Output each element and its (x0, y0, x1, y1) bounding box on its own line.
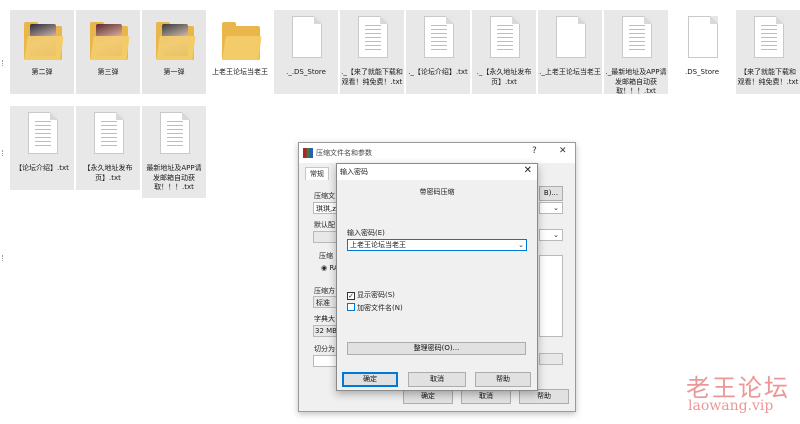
file-item[interactable]: ._.DS_Store (274, 10, 338, 94)
browse-button[interactable]: B)... (539, 186, 563, 201)
encrypt-filenames-checkbox[interactable]: 加密文件名(N) (347, 303, 403, 313)
password-ok-button[interactable]: 确定 (342, 372, 398, 387)
password-dialog-title: 输入密码 (340, 168, 368, 176)
method-label: 压缩方 (314, 287, 335, 295)
file-item[interactable]: ._上老王论坛当老王 (538, 10, 602, 94)
tab-general[interactable]: 常规 (305, 167, 329, 180)
document-icon (556, 16, 586, 58)
folder-item[interactable]: 第二弹 (10, 10, 74, 94)
document-icon (688, 16, 718, 58)
password-input[interactable]: 上老王论坛当老王 ⌄ (347, 239, 527, 251)
folder-icon (222, 22, 262, 60)
file-item[interactable]: ._【来了就能下载和观看！纯免费！.txt (340, 10, 404, 94)
text-file-icon (28, 112, 58, 154)
dialog-titlebar: 压缩文件名和参数 ? ✕ (299, 143, 575, 163)
password-help-button[interactable]: 帮助 (475, 372, 531, 387)
item-label: ._【论坛介绍】.txt (408, 68, 468, 76)
close-icon[interactable]: ✕ (524, 165, 532, 176)
help-icon[interactable]: ? (532, 146, 537, 156)
item-label: 第二弹 (31, 68, 53, 76)
show-password-checkbox[interactable]: ✓ 显示密码(S) (347, 291, 395, 300)
text-file-icon (160, 112, 190, 154)
item-label: ._【来了就能下载和观看！纯免费！.txt (341, 68, 403, 86)
text-file-icon (490, 16, 520, 58)
password-cancel-button[interactable]: 取消 (408, 372, 466, 387)
checkbox-checked-icon: ✓ (347, 292, 355, 300)
split-label: 切分为 (314, 345, 335, 353)
archive-ok-button[interactable]: 确定 (403, 389, 453, 404)
item-label: 最新地址及APP请发邮箱自动获取！！！.txt (146, 164, 202, 191)
file-item[interactable]: 【论坛介绍】.txt (10, 106, 74, 190)
organize-passwords-button[interactable]: 整理密码(O)... (347, 342, 526, 355)
password-input-label: 输入密码(E) (347, 229, 385, 237)
scroll-marker (2, 150, 4, 156)
method-dropdown[interactable]: 标准 (313, 296, 337, 308)
scroll-marker (2, 255, 4, 261)
file-item[interactable]: .DS_Store (670, 10, 734, 94)
item-label: 第一弹 (163, 68, 185, 76)
split-size-field[interactable] (313, 355, 337, 367)
item-label: ._上老王论坛当老王 (539, 68, 601, 76)
watermark-url: laowang.vip (688, 398, 774, 414)
enter-password-dialog: 输入密码 ✕ 带密码压缩 输入密码(E) 上老王论坛当老王 ⌄ ✓ 显示密码(S)… (336, 163, 538, 391)
item-label: ._【永久地址发布页】.txt (476, 68, 532, 86)
archive-name-dropdown[interactable]: ⌄ (539, 202, 563, 214)
file-item[interactable]: 【永久地址发布页】.txt (76, 106, 140, 190)
item-label: .DS_Store (684, 68, 720, 76)
document-icon (292, 16, 322, 58)
file-item[interactable]: ._最新地址及APP请发邮箱自动获取！！！.txt (604, 10, 668, 95)
winrar-icon (303, 148, 313, 158)
text-file-icon (424, 16, 454, 58)
item-label: 【永久地址发布页】.txt (83, 164, 133, 182)
dialog-title: 压缩文件名和参数 (316, 149, 372, 157)
close-icon[interactable]: ✕ (559, 146, 567, 156)
item-label: 上老王论坛当老王 (212, 68, 268, 76)
archive-help-button[interactable]: 帮助 (519, 389, 569, 404)
photo-folder-icon (156, 22, 196, 60)
archive-name-label: 压缩文 (314, 192, 335, 200)
item-label: 【来了就能下载和观看！纯免费！.txt (737, 68, 799, 86)
photo-folder-icon (90, 22, 130, 60)
file-item[interactable]: ._【论坛介绍】.txt (406, 10, 470, 94)
chevron-down-icon[interactable]: ⌄ (518, 240, 524, 250)
dictionary-label: 字典大 (314, 315, 335, 323)
password-dialog-titlebar: 输入密码 ✕ (337, 164, 537, 180)
file-item[interactable]: ._【永久地址发布页】.txt (472, 10, 536, 94)
dictionary-dropdown[interactable]: 32 MB (313, 325, 337, 337)
item-label: ._最新地址及APP请发邮箱自动获取！！！.txt (605, 68, 667, 95)
archive-format-label: 压缩 (319, 252, 333, 260)
text-file-icon (622, 16, 652, 58)
archive-cancel-button[interactable]: 取消 (461, 389, 511, 404)
item-label: 【论坛介绍】.txt (15, 164, 69, 172)
archive-name-field[interactable]: 琪琪,z (313, 202, 337, 214)
options-panel (539, 255, 563, 337)
item-label: ._.DS_Store (286, 68, 326, 76)
file-item[interactable]: 最新地址及APP请发邮箱自动获取！！！.txt (142, 106, 206, 198)
password-dialog-heading: 带密码压缩 (419, 188, 455, 196)
photo-folder-icon (24, 22, 64, 60)
text-file-icon (94, 112, 124, 154)
default-profile-label: 默认配 (314, 221, 335, 229)
folder-item[interactable]: 第三弹 (76, 10, 140, 94)
file-item[interactable]: 【来了就能下载和观看！纯免费！.txt (736, 10, 800, 94)
text-file-icon (754, 16, 784, 58)
item-label: 第三弹 (97, 68, 119, 76)
folder-item[interactable]: 第一弹 (142, 10, 206, 94)
checkbox-unchecked-icon (347, 303, 355, 311)
set-password-button[interactable] (539, 353, 563, 365)
folder-item[interactable]: 上老王论坛当老王 (208, 10, 272, 94)
text-file-icon (358, 16, 388, 58)
update-mode-dropdown[interactable]: ⌄ (539, 229, 563, 241)
scroll-marker (2, 60, 4, 66)
profile-button[interactable] (313, 231, 337, 243)
